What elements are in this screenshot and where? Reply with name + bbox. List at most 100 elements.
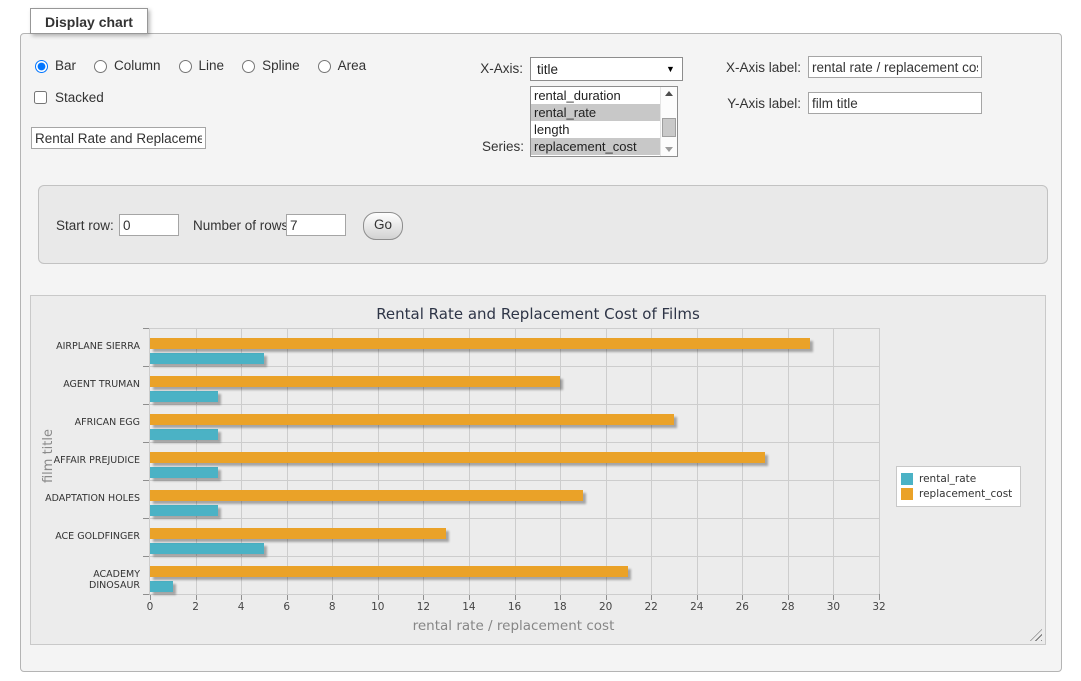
x-axis-label-input[interactable] — [808, 56, 982, 78]
number-of-rows-label: Number of rows: — [193, 218, 292, 233]
bar-replacement_cost — [150, 338, 810, 349]
x-tick-label: 4 — [221, 601, 261, 613]
start-row-input[interactable] — [119, 214, 179, 236]
chart-type-option-label: Spline — [262, 58, 300, 73]
chart-type-option-spline[interactable]: Spline — [237, 57, 300, 73]
fieldset-legend: Display chart — [30, 8, 148, 34]
scroll-up-icon[interactable] — [665, 91, 673, 96]
bar-replacement_cost — [150, 490, 583, 501]
category-label: ACE GOLDFINGER — [40, 531, 140, 542]
x-tick-label: 12 — [403, 601, 443, 613]
chart-type-option-line[interactable]: Line — [174, 57, 225, 73]
x-axis-select-label: X-Axis: — [450, 61, 523, 76]
chart-type-option-column[interactable]: Column — [89, 57, 161, 73]
x-axis-label-label: X-Axis label: — [710, 60, 801, 75]
chart-title: Rental Rate and Replacement Cost of Film… — [31, 305, 1045, 323]
category-label: AFRICAN EGG — [40, 417, 140, 428]
scrollbar-thumb[interactable] — [662, 118, 676, 137]
legend-label: replacement_cost — [919, 488, 1012, 500]
legend-item: rental_rate — [901, 473, 1012, 485]
scroll-down-icon[interactable] — [665, 147, 673, 152]
series-option-length[interactable]: length — [531, 121, 661, 138]
stacked-label: Stacked — [55, 90, 104, 105]
category-label: AFFAIR PREJUDICE — [40, 455, 140, 466]
stacked-row: Stacked — [30, 88, 104, 107]
x-tick-label: 18 — [540, 601, 580, 613]
chart-type-option-bar[interactable]: Bar — [30, 57, 76, 73]
row-controls-panel: Start row: Number of rows: Go — [38, 185, 1048, 264]
gridline — [879, 328, 880, 594]
gridline — [150, 556, 879, 557]
x-tick-label: 14 — [449, 601, 489, 613]
chart-type-radio-group: Bar Column Line Spline Area — [30, 57, 366, 73]
y-tick-mark — [143, 328, 149, 329]
x-axis-select[interactable]: title — [530, 57, 683, 81]
category-label: AGENT TRUMAN — [40, 379, 140, 390]
display-chart-page: Display chart Bar Column Line Spline Area St… — [0, 0, 1081, 681]
series-listbox[interactable]: rental_durationrental_ratelengthreplacem… — [530, 86, 678, 157]
stacked-checkbox[interactable] — [34, 91, 47, 104]
number-of-rows-input[interactable] — [286, 214, 346, 236]
chart-type-option-area[interactable]: Area — [313, 57, 367, 73]
go-button[interactable]: Go — [363, 212, 403, 240]
x-tick-label: 8 — [312, 601, 352, 613]
plot-area: 02468101214161820222426283032AIRPLANE SI… — [149, 328, 879, 595]
y-tick-mark — [143, 594, 149, 595]
x-tick-label: 26 — [722, 601, 762, 613]
bar-rental_rate — [150, 353, 264, 364]
bar-rental_rate — [150, 581, 173, 592]
gridline — [150, 328, 879, 329]
gridline — [150, 442, 879, 443]
chart-type-option-label: Column — [114, 58, 161, 73]
x-tick-label: 28 — [768, 601, 808, 613]
bar-rental_rate — [150, 505, 218, 516]
x-tick-label: 32 — [859, 601, 899, 613]
y-axis-label-input[interactable] — [808, 92, 982, 114]
bar-replacement_cost — [150, 452, 765, 463]
chart-type-radio-area[interactable] — [318, 60, 331, 73]
series-option-rental_rate[interactable]: rental_rate — [531, 104, 661, 121]
gridline — [150, 366, 879, 367]
chart-type-radio-spline[interactable] — [242, 60, 255, 73]
legend-swatch — [901, 488, 913, 500]
bar-replacement_cost — [150, 528, 446, 539]
bar-rental_rate — [150, 391, 218, 402]
gridline — [150, 518, 879, 519]
x-tick-label: 16 — [495, 601, 535, 613]
x-tick-mark — [879, 594, 880, 600]
bar-rental_rate — [150, 429, 218, 440]
bar-rental_rate — [150, 543, 264, 554]
chart-type-radio-bar[interactable] — [35, 60, 48, 73]
x-tick-label: 6 — [267, 601, 307, 613]
chart-type-radio-column[interactable] — [94, 60, 107, 73]
series-option-replacement_cost[interactable]: replacement_cost — [531, 138, 661, 155]
chart-title-input[interactable] — [31, 127, 206, 149]
legend-item: replacement_cost — [901, 488, 1012, 500]
y-tick-mark — [143, 518, 149, 519]
listbox-scrollbar[interactable] — [660, 87, 677, 156]
resize-handle-icon[interactable] — [1030, 629, 1042, 641]
chart-legend: rental_rate replacement_cost — [896, 466, 1021, 507]
series-select-label: Series: — [450, 139, 524, 154]
x-tick-label: 22 — [631, 601, 671, 613]
x-tick-label: 10 — [358, 601, 398, 613]
x-tick-label: 30 — [813, 601, 853, 613]
gridline — [788, 328, 789, 594]
series-option-rental_duration[interactable]: rental_duration — [531, 87, 661, 104]
category-label: AIRPLANE SIERRA — [40, 341, 140, 352]
gridline — [150, 404, 879, 405]
category-label: ADAPTATION HOLES — [40, 493, 140, 504]
start-row-label: Start row: — [56, 218, 114, 233]
y-tick-mark — [143, 366, 149, 367]
chart-type-radio-line[interactable] — [179, 60, 192, 73]
chart-type-option-label: Bar — [55, 58, 76, 73]
y-tick-mark — [143, 404, 149, 405]
x-tick-label: 2 — [176, 601, 216, 613]
y-tick-mark — [143, 442, 149, 443]
legend-label: rental_rate — [919, 473, 976, 485]
gridline — [833, 328, 834, 594]
bar-replacement_cost — [150, 414, 674, 425]
x-tick-label: 0 — [130, 601, 170, 613]
x-axis-title: rental rate / replacement cost — [149, 618, 878, 634]
y-axis-label-label: Y-Axis label: — [710, 96, 801, 111]
